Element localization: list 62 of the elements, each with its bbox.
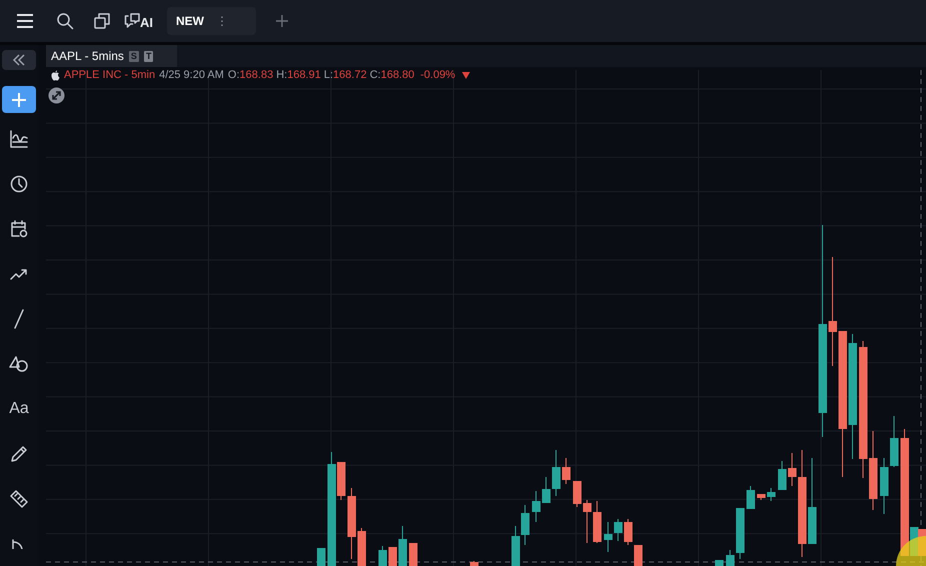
menu-icon[interactable] <box>16 13 34 29</box>
tab-title: AAPL - 5mins <box>51 49 124 63</box>
ruler-icon[interactable] <box>10 490 28 508</box>
price-change: -0.09% <box>420 69 456 81</box>
candlestick <box>542 476 550 504</box>
candlestick <box>788 452 796 486</box>
search-icon[interactable] <box>56 12 74 30</box>
candlestick <box>573 480 582 508</box>
candlestick <box>552 450 560 496</box>
candlestick <box>470 560 478 566</box>
candlestick <box>624 518 632 546</box>
candlestick <box>388 546 397 566</box>
candlestick <box>890 416 898 468</box>
pencil-icon[interactable] <box>10 444 28 462</box>
copy-icon[interactable] <box>94 13 110 29</box>
ai-label[interactable]: AI <box>140 16 153 29</box>
candlestick <box>521 504 530 546</box>
plus-icon[interactable] <box>276 15 288 27</box>
calendar-icon[interactable] <box>10 220 28 238</box>
shapes-icon[interactable] <box>9 354 29 372</box>
candlestick <box>378 546 387 566</box>
candlestick <box>562 458 570 484</box>
bar-time: 4/25 9:20 AM <box>159 69 224 81</box>
candlestick <box>583 500 592 544</box>
candlestick <box>398 526 407 566</box>
ohlc-value: L:168.72 <box>324 69 367 81</box>
candlestick <box>532 490 540 522</box>
candlestick <box>880 458 888 514</box>
trend-up-icon[interactable] <box>10 266 28 280</box>
collapse-button[interactable] <box>2 50 36 70</box>
triangle-down-icon <box>462 72 470 78</box>
candlestick <box>736 508 744 560</box>
text-tool[interactable]: Aa <box>9 400 29 418</box>
candlestick <box>593 500 602 544</box>
chat-icon[interactable] <box>124 13 140 29</box>
candlestick <box>726 550 734 566</box>
candlestick <box>778 460 786 490</box>
candlestick <box>746 486 755 510</box>
candlestick <box>614 518 622 542</box>
candlestick <box>715 560 724 566</box>
double-chevron-icon[interactable] <box>12 53 26 68</box>
candlestick <box>757 494 766 500</box>
symbol-name: APPLE INC - 5min <box>64 69 156 81</box>
add-button[interactable] <box>2 86 36 113</box>
candlestick <box>348 488 356 560</box>
candlestick <box>604 522 612 552</box>
candlestick <box>358 528 366 566</box>
candlestick <box>512 526 520 566</box>
line-icon[interactable] <box>14 308 24 328</box>
chart-tab[interactable]: AAPL - 5mins S T <box>46 45 177 67</box>
apple-logo-icon <box>51 70 60 80</box>
workspace-tab[interactable]: NEW ⋮ <box>167 7 256 35</box>
chart-line-icon[interactable] <box>10 130 28 148</box>
candlestick <box>634 544 642 566</box>
clock-icon[interactable] <box>10 174 28 192</box>
ohlc-value: O:168.83 <box>228 69 274 81</box>
badge[interactable]: T <box>144 50 154 62</box>
ohlc-value: C:168.80 <box>370 69 414 81</box>
candlestick <box>767 488 776 502</box>
candlestick <box>317 548 326 566</box>
candlestick <box>409 542 418 566</box>
ohlc-value: H:168.91 <box>276 69 321 81</box>
